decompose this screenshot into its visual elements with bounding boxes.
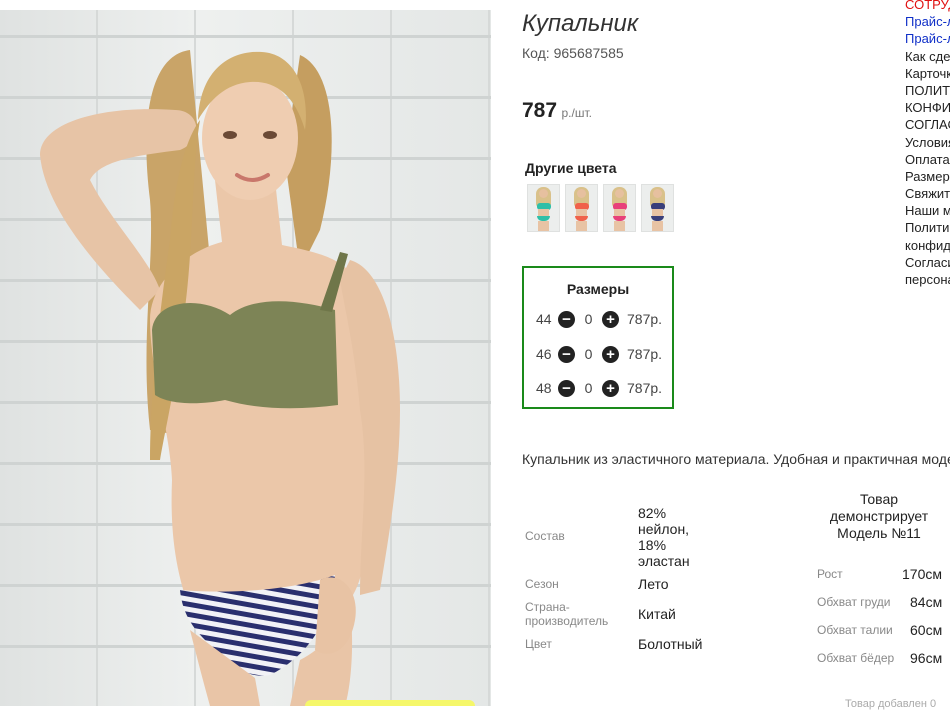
size-row: 48 − 0 + 787р.	[536, 379, 662, 397]
size-price: 787р.	[627, 380, 663, 396]
plus-icon[interactable]: +	[602, 379, 619, 397]
promo-badge	[305, 700, 475, 706]
side-link[interactable]: Оплата	[905, 151, 950, 168]
color-swatch-turquoise[interactable]	[527, 184, 560, 232]
side-link[interactable]: КОНФИДЕНЦИАЛЬНОСТИ	[905, 99, 950, 116]
side-link[interactable]: Прайс-лист	[905, 30, 950, 47]
added-date-note: Товар добавлен 0	[845, 698, 937, 710]
side-link[interactable]: Политика	[905, 219, 950, 236]
price-unit: р./шт.	[561, 106, 592, 120]
spec-label: Страна- производитель	[525, 600, 609, 628]
side-link[interactable]: персональных данных	[905, 271, 950, 288]
model-param-label: Обхват бёдер	[817, 651, 895, 665]
spec-label: Цвет	[525, 637, 552, 651]
model-param-value: 84см	[910, 594, 943, 610]
size-label: 44	[536, 311, 552, 327]
product-description: Купальник из эластичного материала. Удоб…	[522, 451, 950, 467]
color-swatch-pink[interactable]	[603, 184, 636, 232]
minus-icon[interactable]: −	[558, 310, 575, 328]
size-label: 46	[536, 346, 552, 362]
side-links: СОТРУДНИЧЕСТВОПрайс-листПрайс-листКак сд…	[905, 0, 950, 288]
side-link[interactable]: Размерная сетка	[905, 168, 950, 185]
model-heading: Товар демонстрирует Модель №11	[829, 491, 929, 541]
minus-icon[interactable]: −	[558, 345, 575, 363]
side-link[interactable]: Наши магазины	[905, 202, 950, 219]
side-link[interactable]: СОТРУДНИЧЕСТВО	[905, 0, 950, 13]
minus-icon[interactable]: −	[558, 379, 575, 397]
side-link[interactable]: Карточка предприятия	[905, 65, 950, 82]
plus-icon[interactable]: +	[602, 345, 619, 363]
side-link[interactable]: конфиденциальности	[905, 237, 950, 254]
quantity-value[interactable]: 0	[575, 346, 602, 362]
spec-label: Состав	[525, 529, 565, 543]
quantity-value[interactable]: 0	[575, 380, 602, 396]
plus-icon[interactable]: +	[602, 310, 619, 328]
sizes-box: Размеры 44 − 0 + 787р. 46 − 0 + 787р. 48…	[522, 266, 674, 409]
spec-label: Сезон	[525, 577, 559, 591]
side-link[interactable]: СОГЛАСИЕ	[905, 116, 950, 133]
side-link[interactable]: Условия работы	[905, 134, 950, 151]
model-param-value: 60см	[910, 622, 943, 638]
model-param-label: Обхват груди	[817, 595, 891, 609]
model-param-label: Обхват талии	[817, 623, 893, 637]
other-colors-heading: Другие цвета	[525, 160, 617, 176]
size-row: 46 − 0 + 787р.	[536, 345, 662, 363]
color-swatches	[527, 184, 674, 232]
model-param-value: 170см	[902, 566, 942, 582]
color-swatch-coral[interactable]	[565, 184, 598, 232]
side-link[interactable]: Как сделать заказ	[905, 48, 950, 65]
spec-value: Китай	[638, 606, 676, 622]
sizes-heading: Размеры	[566, 281, 630, 297]
side-link[interactable]: Прайс-лист	[905, 13, 950, 30]
size-row: 44 − 0 + 787р.	[536, 310, 662, 328]
side-link[interactable]: Свяжитесь с нами	[905, 185, 950, 202]
spec-value: Болотный	[638, 636, 703, 652]
spec-value: Лето	[638, 576, 669, 592]
quantity-value[interactable]: 0	[575, 311, 602, 327]
product-price: 787 р./шт.	[522, 99, 592, 123]
model-param-label: Рост	[817, 567, 843, 581]
size-price: 787р.	[627, 346, 663, 362]
product-photo[interactable]	[0, 10, 491, 706]
price-value: 787	[522, 99, 558, 122]
model-illustration	[40, 50, 400, 706]
size-label: 48	[536, 380, 552, 396]
spec-value: 82% нейлон, 18% эластан	[638, 505, 690, 569]
product-code: Код: 965687585	[522, 45, 624, 61]
product-title: Купальник	[522, 10, 639, 37]
side-link[interactable]: ПОЛИТИКА	[905, 82, 950, 99]
side-link[interactable]: Согласие на обработку	[905, 254, 950, 271]
size-price: 787р.	[627, 311, 663, 327]
model-param-value: 96см	[910, 650, 943, 666]
color-swatch-navy[interactable]	[641, 184, 674, 232]
